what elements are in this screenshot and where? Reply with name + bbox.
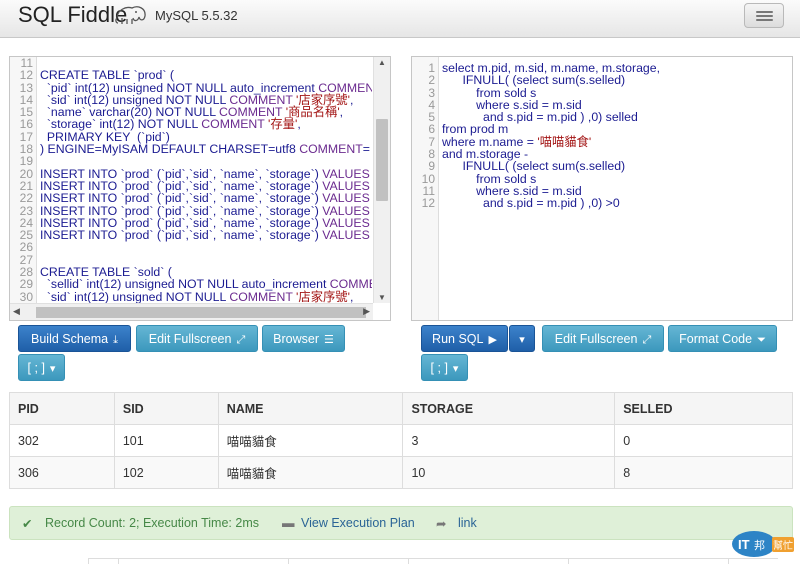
table-cell: 8 — [614, 456, 793, 489]
minus-icon: ▬ — [282, 516, 295, 530]
column-header: SID — [114, 392, 219, 425]
caret-down-icon: ▾ — [519, 334, 525, 346]
permalink-link[interactable]: link — [458, 516, 477, 530]
record-info: Record Count: 2; Execution Time: 2ms — [45, 516, 259, 530]
query-edit-fullscreen-button[interactable]: Edit Fullscreen ⤢ — [542, 325, 664, 352]
horizontal-scrollbar[interactable]: ◀ ▶ — [10, 303, 373, 320]
results-header: PID SID NAME STORAGE SELLED — [9, 392, 793, 425]
table-cell: 102 — [114, 456, 219, 489]
line-number-gutter: 1 2 3 4 5 6 7 8 9 10 11 12 — [412, 57, 439, 320]
browser-button[interactable]: Browser ☰ — [262, 325, 345, 352]
scrollbar-thumb[interactable] — [376, 119, 388, 201]
svg-text:幫忙: 幫忙 — [773, 539, 793, 552]
code-line[interactable]: from prod m — [442, 123, 788, 136]
query-delimiter-dropdown[interactable]: [ ; ] ▾ — [421, 354, 468, 381]
scroll-right-icon[interactable]: ▶ — [363, 306, 370, 317]
query-editor[interactable]: 1 2 3 4 5 6 7 8 9 10 11 12 select m.pid, m.sid, m.n… — [411, 56, 793, 321]
column-header: PID — [9, 392, 115, 425]
status-bar: ✔ Record Count: 2; Execution Time: 2ms ▬… — [9, 506, 793, 540]
table-cell: 306 — [9, 456, 115, 489]
column-header: STORAGE — [402, 392, 616, 425]
line-number: 12 — [19, 68, 33, 83]
line-number: 23 — [19, 203, 33, 218]
view-execution-plan-link[interactable]: View Execution Plan — [301, 516, 415, 530]
code-line[interactable]: `storage` int(12) NOT NULL COMMENT '存量', — [40, 118, 372, 131]
schema-delimiter-dropdown[interactable]: [ ; ] ▾ — [18, 354, 65, 381]
format-code-button[interactable]: Format Code ⏷ — [668, 325, 777, 352]
scroll-left-icon[interactable]: ◀ — [13, 306, 20, 317]
column-header: SELLED — [614, 392, 793, 425]
line-number-gutter: 11 12 13 14 15 16 17 18 19 20 21 22 23 24 25 26 27 28 29 30 — [10, 57, 37, 320]
schema-code[interactable]: CREATE TABLE `prod` ( `pid` int(12) unsi… — [40, 57, 372, 303]
table-cell: 喵喵貓食 — [218, 424, 404, 457]
table-cell: 喵喵貓食 — [218, 456, 404, 489]
code-line[interactable]: IFNULL( (select sum(s.selled) — [442, 74, 788, 87]
top-navbar: SQL Fiddle MySQL 5.5.32 — [0, 0, 800, 38]
table-row: 306 102 喵喵貓食 10 8 — [9, 456, 793, 489]
scroll-up-icon[interactable]: ▲ — [378, 58, 386, 67]
next-table-edge — [88, 558, 778, 564]
line-number: 29 — [19, 277, 33, 292]
svg-text:邦: 邦 — [754, 539, 765, 552]
code-line[interactable]: `sid` int(12) unsigned NOT NULL COMMENT … — [40, 290, 372, 303]
filter-icon: ⏷ — [757, 334, 766, 346]
query-code[interactable]: select m.pid, m.sid, m.name, m.storage, … — [442, 62, 788, 210]
table-row: 302 101 喵喵貓食 3 0 — [9, 424, 793, 457]
code-line[interactable]: and s.pid = m.pid ) ,0) >0 — [442, 197, 788, 210]
line-number: 30 — [19, 289, 33, 304]
line-number: 19 — [19, 154, 33, 169]
check-icon: ✔ — [22, 517, 33, 531]
results-table: PID SID NAME STORAGE SELLED 302 101 喵喵貓食 3 0 306 1… — [9, 392, 793, 489]
sql-fiddle-page: SQL Fiddle MySQL 5.5.32 11 12 13 14 15 16 17 18… — [0, 0, 800, 564]
browser-icon: ☰ — [323, 334, 334, 346]
line-number: 2 — [428, 73, 435, 88]
table-cell: 302 — [9, 424, 115, 457]
play-icon: ▶ — [488, 334, 497, 346]
vertical-scrollbar[interactable]: ▲ ▼ — [373, 57, 390, 303]
run-sql-dropdown[interactable]: ▾ — [509, 325, 535, 352]
build-schema-button[interactable]: Build Schema ⤓ — [18, 325, 131, 352]
menu-icon — [756, 11, 773, 13]
code-line[interactable]: ) ENGINE=MyISAM DEFAULT CHARSET=utf8 COM… — [40, 143, 372, 156]
line-number: 9 — [428, 159, 435, 174]
table-cell: 0 — [614, 424, 793, 457]
download-icon: ⤓ — [113, 334, 118, 346]
svg-text:IT: IT — [738, 537, 750, 552]
table-cell: 101 — [114, 424, 219, 457]
elephant-logo-icon — [115, 6, 146, 24]
scrollbar-thumb[interactable] — [36, 307, 366, 318]
line-number: 6 — [428, 122, 435, 137]
column-header: NAME — [218, 392, 404, 425]
line-number: 16 — [19, 117, 33, 132]
share-icon: ➦ — [436, 517, 447, 531]
table-cell: 3 — [402, 424, 616, 457]
code-line[interactable] — [40, 241, 372, 253]
scroll-down-icon[interactable]: ▼ — [378, 293, 386, 302]
line-number: 26 — [19, 240, 33, 255]
expand-icon: ⤢ — [642, 334, 652, 346]
app-title[interactable]: SQL Fiddle — [18, 2, 127, 28]
schema-editor[interactable]: 11 12 13 14 15 16 17 18 19 20 21 22 23 24 25 26 27 28 29 30… — [9, 56, 391, 321]
expand-icon: ⤢ — [236, 334, 246, 346]
code-line[interactable]: INSERT INTO `prod` (`pid`,`sid`, `name`,… — [40, 229, 372, 242]
run-sql-button[interactable]: Run SQL ▶ — [421, 325, 508, 352]
caret-down-icon: ▾ — [49, 363, 56, 375]
schema-edit-fullscreen-button[interactable]: Edit Fullscreen ⤢ — [136, 325, 258, 352]
menu-button[interactable] — [744, 3, 784, 28]
line-number: 22 — [19, 191, 33, 206]
db-version[interactable]: MySQL 5.5.32 — [155, 8, 238, 23]
caret-down-icon: ▾ — [452, 363, 459, 375]
table-cell: 10 — [402, 456, 616, 489]
line-number: 12 — [421, 196, 435, 211]
watermark-logo: IT 邦 幫忙 — [732, 531, 794, 557]
code-line[interactable]: IFNULL( (select sum(s.selled) — [442, 160, 788, 173]
